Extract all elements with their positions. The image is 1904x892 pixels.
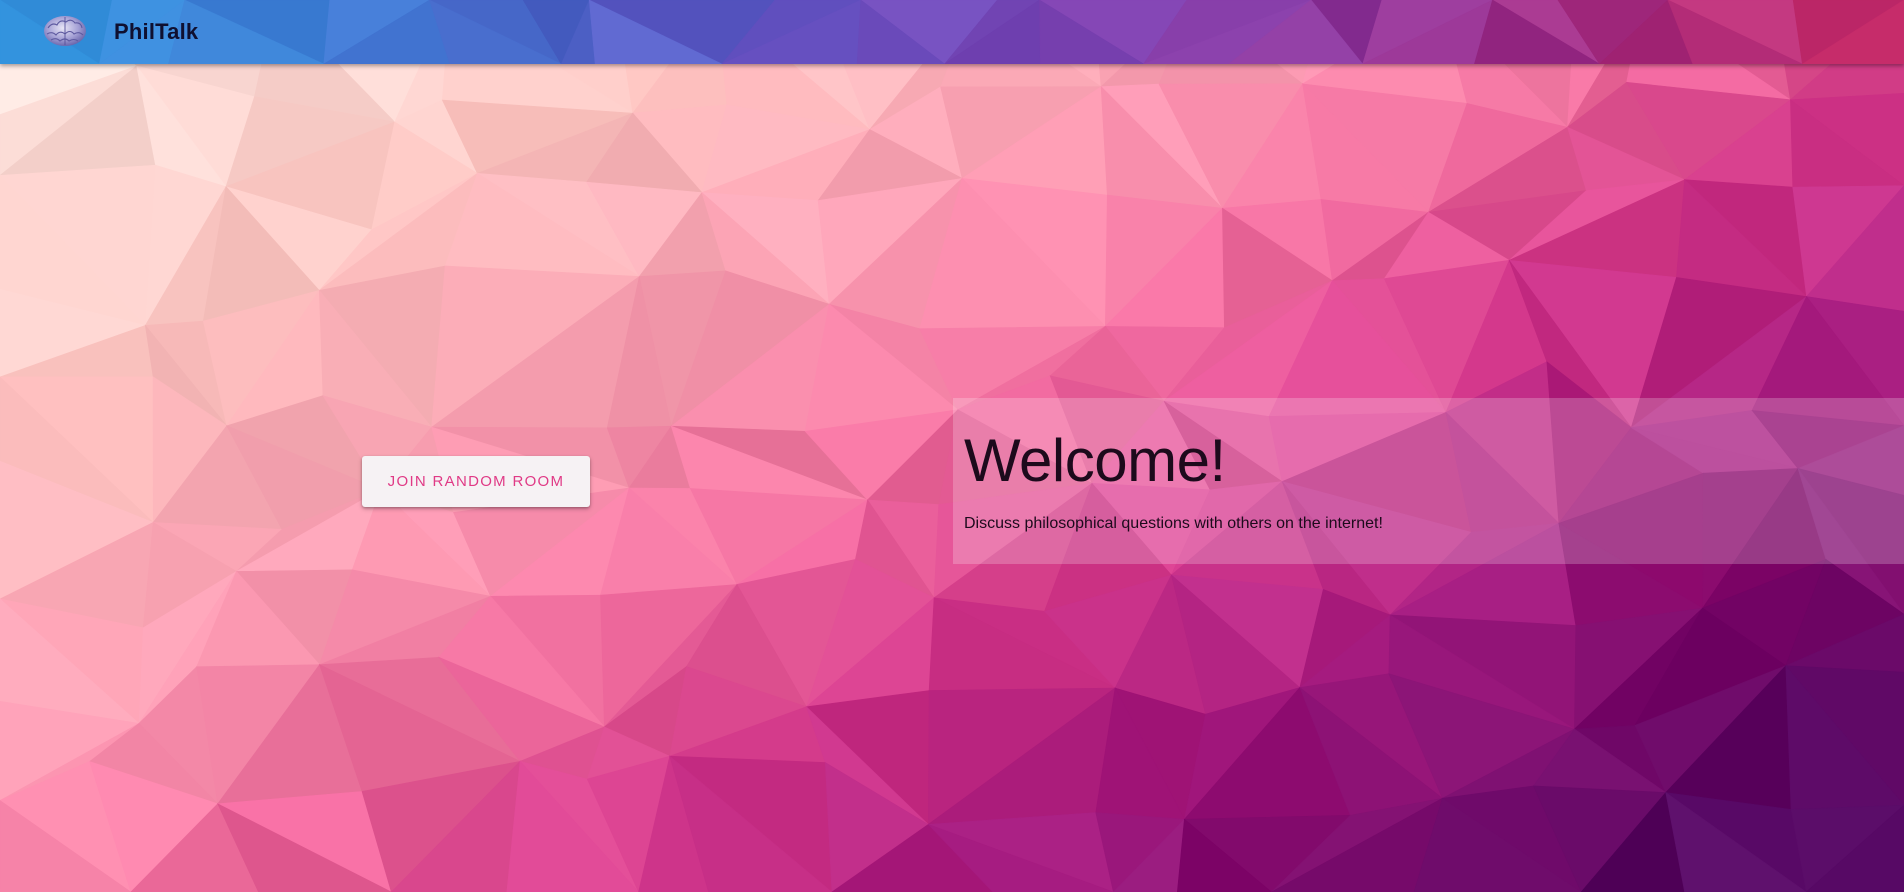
page-root: PhilTalk JOIN RANDOM ROOM Welcome! Discu… [0, 0, 1904, 892]
welcome-heading: Welcome! [964, 427, 1226, 494]
join-random-room-button[interactable]: JOIN RANDOM ROOM [362, 456, 590, 507]
brain-icon[interactable] [42, 14, 88, 48]
app-bar-pattern [0, 0, 1904, 64]
app-bar: PhilTalk [0, 0, 1904, 64]
app-title[interactable]: PhilTalk [114, 19, 198, 45]
welcome-panel: Welcome! Discuss philosophical questions… [953, 398, 1904, 564]
welcome-subtitle: Discuss philosophical questions with oth… [964, 515, 1383, 532]
